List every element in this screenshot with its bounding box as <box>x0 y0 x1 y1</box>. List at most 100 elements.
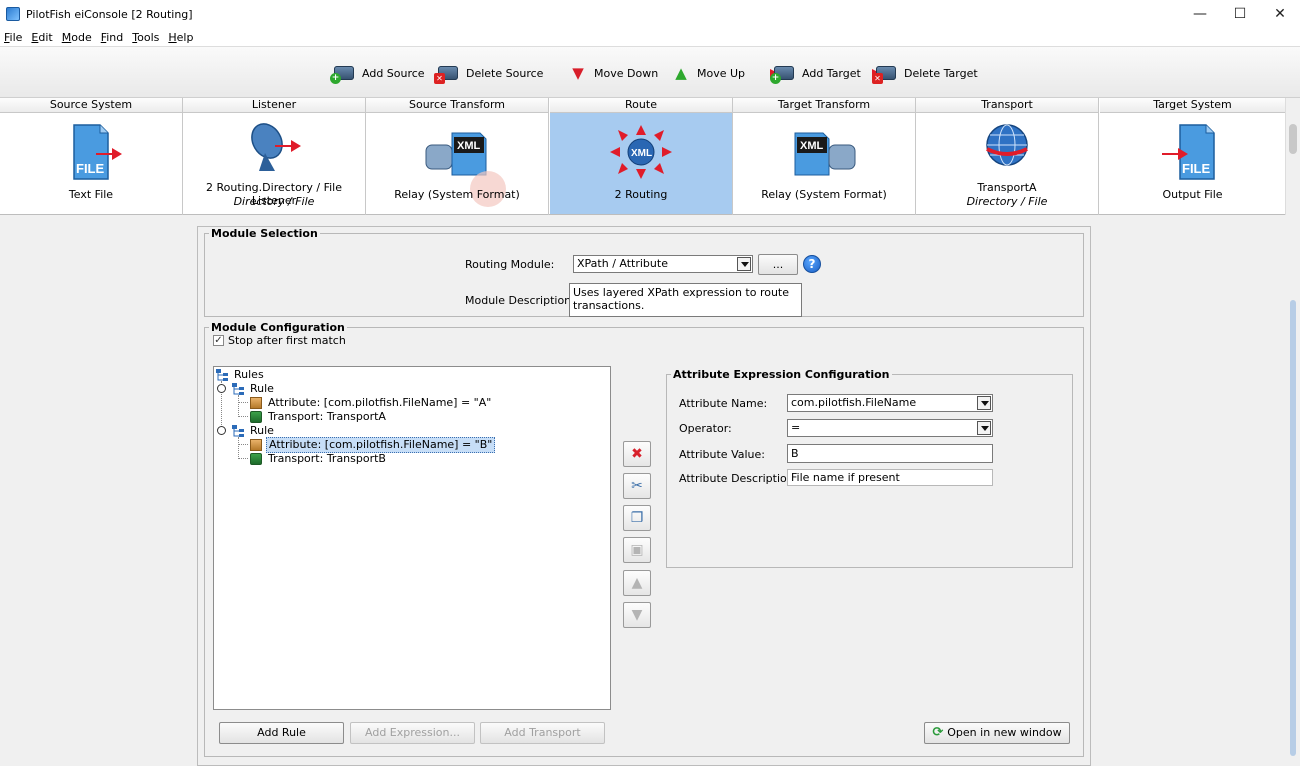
menu-mode[interactable]: Mode <box>62 31 92 44</box>
tree-node-transport[interactable]: Transport: TransportA <box>250 410 388 424</box>
move-down-button[interactable]: ▼ Move Down <box>568 62 658 84</box>
tree-node-transport[interactable]: Transport: TransportB <box>250 452 388 466</box>
close-button[interactable]: ✕ <box>1260 0 1300 28</box>
stage-label: Text File <box>68 188 114 201</box>
attribute-value-input[interactable]: B <box>787 444 993 463</box>
tree-node-attribute-selected[interactable]: Attribute: [com.pilotfish.FileName] = "B… <box>250 437 496 453</box>
menu-help[interactable]: Help <box>168 31 193 44</box>
attribute-name-select[interactable]: com.pilotfish.FileName <box>787 394 993 412</box>
paste-node-button[interactable]: ▣ <box>623 537 651 563</box>
stop-after-first-match-checkbox[interactable]: ✓ Stop after first match <box>213 334 346 347</box>
delete-source-icon: ✕ <box>434 62 460 84</box>
scrollbar-thumb[interactable] <box>1290 300 1296 756</box>
collapse-toggle-icon[interactable] <box>217 384 226 393</box>
delete-source-button[interactable]: ✕ Delete Source <box>434 62 543 84</box>
add-rule-button[interactable]: Add Rule <box>219 722 344 744</box>
attribute-description-input[interactable]: File name if present <box>787 469 993 486</box>
svg-text:XML: XML <box>457 140 481 152</box>
checkmark-icon: ✓ <box>213 335 224 346</box>
scrollbar-thumb[interactable] <box>1289 124 1297 154</box>
app-window: PilotFish eiConsole [2 Routing] — ☐ ✕ Fi… <box>0 0 1300 766</box>
attribute-value-label: Attribute Value: <box>679 448 765 461</box>
rules-tree[interactable]: Rules Rule Attribute: [com.pilotfish.Fil… <box>213 366 611 710</box>
xml-transform-icon: XML <box>794 132 856 176</box>
delete-target-button[interactable]: ✕ Delete Target <box>872 62 978 84</box>
pipeline-scrollbar[interactable] <box>1285 98 1300 215</box>
menu-file[interactable]: File <box>4 31 22 44</box>
hierarchy-icon <box>216 369 228 381</box>
stage-header: Source Transform <box>366 98 548 113</box>
menu-bar: File Edit Mode Find Tools Help <box>0 28 1300 46</box>
routing-module-label: Routing Module: <box>465 258 555 271</box>
chevron-down-icon <box>977 396 991 410</box>
app-icon <box>6 7 20 21</box>
add-source-button[interactable]: + Add Source <box>330 62 425 84</box>
hierarchy-icon <box>232 383 244 395</box>
window-title: PilotFish eiConsole [2 Routing] <box>26 7 193 21</box>
svg-text:XML: XML <box>800 140 824 152</box>
help-icon[interactable]: ? <box>803 255 821 273</box>
tree-node-rule[interactable]: Rule <box>232 424 276 438</box>
stage-transport[interactable]: Transport TransportA Directory / File <box>916 98 1099 215</box>
stage-label: Relay (System Format) <box>394 188 520 201</box>
paste-icon: ▣ <box>630 542 644 558</box>
tree-node-attribute[interactable]: Attribute: [com.pilotfish.FileName] = "A… <box>250 396 493 410</box>
chevron-down-icon <box>737 257 751 271</box>
move-node-up-button[interactable]: ▲ <box>623 570 651 596</box>
stage-header: Transport <box>916 98 1098 113</box>
add-source-icon: + <box>330 62 356 84</box>
move-up-button[interactable]: ▲ Move Up <box>671 62 745 84</box>
module-description-field: Uses layered XPath expression to route t… <box>569 283 802 317</box>
browse-module-button[interactable]: ... <box>758 254 798 275</box>
svg-text:FILE: FILE <box>1182 161 1210 176</box>
open-in-new-window-button[interactable]: ⟳ Open in new window <box>924 722 1070 744</box>
tree-node-rules[interactable]: Rules <box>216 368 266 382</box>
menu-tools[interactable]: Tools <box>132 31 159 44</box>
stage-header: Route <box>550 98 732 113</box>
maximize-button[interactable]: ☐ <box>1220 0 1260 28</box>
stage-target-transform[interactable]: Target Transform XML Relay (System Forma… <box>733 98 916 215</box>
stage-source-transform[interactable]: Source Transform XML Relay (System Forma… <box>366 98 549 215</box>
add-target-button[interactable]: + Add Target <box>770 62 861 84</box>
operator-label: Operator: <box>679 422 732 435</box>
copy-icon: ❐ <box>630 510 644 526</box>
module-description-label: Module Description: <box>465 294 575 307</box>
stage-sublabel: Directory / File <box>233 195 315 208</box>
main-scrollbar[interactable] <box>1287 226 1300 766</box>
delete-node-button[interactable]: ✖ <box>623 441 651 467</box>
menu-find[interactable]: Find <box>101 31 124 44</box>
module-selection-group: Module Selection Routing Module: XPath /… <box>204 227 1084 317</box>
satellite-dish-icon <box>251 123 301 171</box>
module-selection-legend: Module Selection <box>209 227 320 240</box>
stage-target-system[interactable]: Target System FILE Output File <box>1100 98 1285 215</box>
xml-route-icon: XML <box>610 125 672 179</box>
stage-source-system[interactable]: Source System FILE Text File <box>0 98 183 215</box>
add-expression-button[interactable]: Add Expression... <box>350 722 475 744</box>
cut-node-button[interactable]: ✂ <box>623 473 651 499</box>
stage-label: 2 Routing <box>614 188 668 201</box>
minimize-button[interactable]: — <box>1180 0 1220 28</box>
stage-route[interactable]: Route XML 2 Routing <box>550 98 733 215</box>
operator-select[interactable]: = <box>787 419 993 437</box>
globe-icon <box>986 124 1028 166</box>
tree-node-rule[interactable]: Rule <box>232 382 276 396</box>
menu-edit[interactable]: Edit <box>31 31 52 44</box>
routing-module-select[interactable]: XPath / Attribute <box>573 255 753 273</box>
svg-text:FILE: FILE <box>76 161 104 176</box>
stage-listener[interactable]: Listener 2 Routing.Directory / File List… <box>183 98 366 215</box>
move-node-down-button[interactable]: ▼ <box>623 602 651 628</box>
route-config-panel: Module Selection Routing Module: XPath /… <box>197 226 1091 766</box>
delete-icon: ✖ <box>631 446 643 462</box>
stage-header: Target System <box>1100 98 1285 113</box>
file-icon: FILE <box>73 124 122 180</box>
svg-text:XML: XML <box>631 148 652 159</box>
arrow-up-icon: ▲ <box>631 575 643 591</box>
add-transport-button[interactable]: Add Transport <box>480 722 605 744</box>
stage-label: Output File <box>1162 188 1223 201</box>
transport-icon <box>250 453 262 465</box>
attribute-expression-legend: Attribute Expression Configuration <box>671 368 892 381</box>
attribute-icon <box>250 439 262 451</box>
collapse-toggle-icon[interactable] <box>217 426 226 435</box>
copy-node-button[interactable]: ❐ <box>623 505 651 531</box>
module-configuration-group: Module Configuration ✓ Stop after first … <box>204 321 1084 757</box>
